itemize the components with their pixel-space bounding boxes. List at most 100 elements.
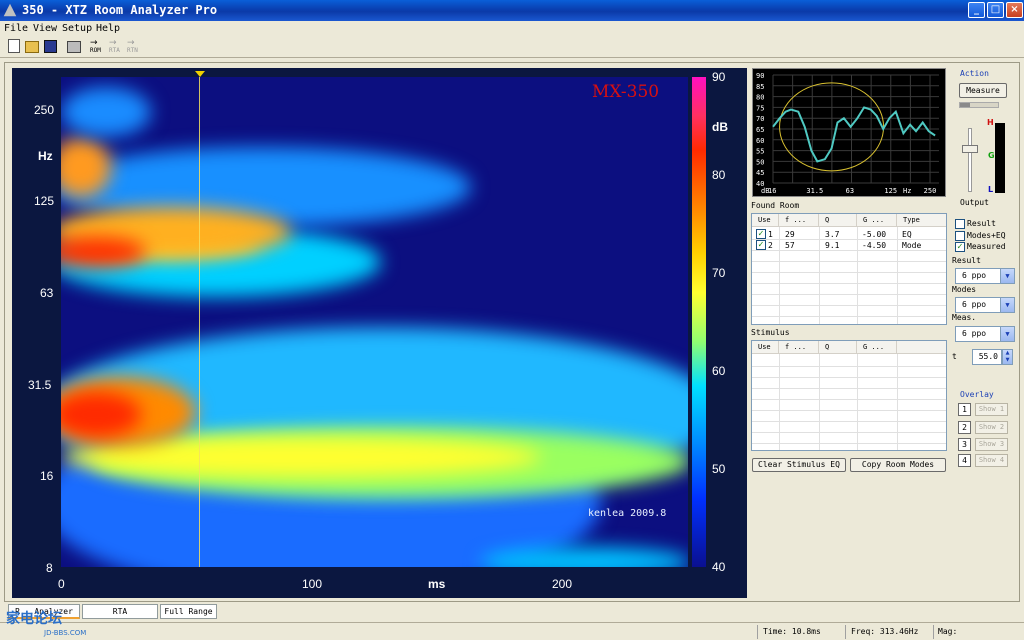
output-slider-track[interactable] bbox=[968, 128, 972, 192]
overlay-slot-2[interactable]: 2 bbox=[958, 421, 971, 434]
show-3-button[interactable]: Show 3 bbox=[975, 438, 1008, 451]
spectrogram-watermark: kenlea 2009.8 bbox=[588, 508, 667, 519]
copy-room-modes-button[interactable]: Copy Room Modes bbox=[850, 458, 946, 472]
y-tick-label: 80 bbox=[756, 94, 764, 102]
row-type: EQ bbox=[902, 230, 912, 239]
col-header[interactable]: Use bbox=[752, 214, 779, 227]
new-file-icon[interactable] bbox=[8, 39, 20, 53]
print-icon[interactable] bbox=[67, 41, 81, 53]
frequency-response-chart[interactable]: 90 85 80 75 70 65 60 55 50 45 40 dB 16 31.5 63 125 250 Hz bbox=[752, 68, 946, 197]
overlay-title: Overlay bbox=[960, 390, 994, 399]
rta-button[interactable]: → RTA bbox=[109, 39, 125, 55]
y-tick-label: 70 bbox=[756, 115, 764, 123]
col-header[interactable]: f ... bbox=[779, 214, 819, 227]
rtn-button[interactable]: → RTN bbox=[127, 39, 143, 55]
arrow-right-icon: → bbox=[90, 38, 98, 48]
col-header[interactable]: Use bbox=[752, 341, 779, 354]
meas-ppo-value: 6 ppo bbox=[962, 329, 987, 338]
y-tick: 16 bbox=[40, 469, 54, 483]
row-index: 2 bbox=[768, 241, 773, 250]
row-gain: -4.50 bbox=[862, 241, 887, 250]
colorbar-tick: 80 bbox=[712, 168, 726, 182]
y-tick-label: 60 bbox=[756, 137, 764, 145]
clear-stimulus-eq-button[interactable]: Clear Stimulus EQ bbox=[752, 458, 846, 472]
colorbar-tick: 50 bbox=[712, 462, 726, 476]
y-unit-label: Hz bbox=[38, 149, 53, 163]
y-tick-label: 75 bbox=[756, 104, 764, 112]
result-group-label: Result bbox=[952, 256, 981, 265]
modes-eq-checkbox-label: Modes+EQ bbox=[967, 231, 1006, 240]
overlay-slot-1[interactable]: 1 bbox=[958, 403, 971, 416]
x-tick: 100 bbox=[302, 577, 323, 591]
tab-full-range[interactable]: Full Range bbox=[160, 604, 217, 619]
colorbar-tick: 90 bbox=[712, 70, 726, 84]
app-icon[interactable] bbox=[3, 3, 17, 17]
t-spinner[interactable]: ▲ ▼ bbox=[1002, 349, 1013, 365]
show-2-button[interactable]: Show 2 bbox=[975, 421, 1008, 434]
menu-setup[interactable]: Setup bbox=[62, 23, 92, 34]
stimulus-table[interactable]: Use f ... Q G ... bbox=[751, 340, 947, 451]
result-checkbox[interactable] bbox=[955, 219, 965, 229]
output-slider-handle[interactable] bbox=[962, 145, 978, 153]
rom-button[interactable]: → ROM bbox=[90, 39, 106, 55]
row-index: 1 bbox=[768, 230, 773, 239]
col-header[interactable]: Q bbox=[819, 341, 857, 354]
menu-help[interactable]: Help bbox=[96, 23, 120, 34]
found-room-table[interactable]: Use f ... Q G ... Type ✓ 1 29 3.7 -5.00 … bbox=[751, 213, 947, 325]
status-mag: Mag: bbox=[938, 627, 958, 636]
time-cursor-marker-icon[interactable] bbox=[195, 71, 205, 77]
result-ppo-select[interactable]: 6 ppo ▼ bbox=[955, 268, 1015, 284]
measure-button[interactable]: Measure bbox=[959, 83, 1007, 98]
col-header[interactable]: G ... bbox=[857, 214, 897, 227]
row-use-checkbox[interactable]: ✓ bbox=[756, 229, 766, 239]
output-label: Output bbox=[960, 198, 989, 207]
row-frequency: 29 bbox=[785, 230, 795, 239]
spectrogram-plot[interactable] bbox=[61, 77, 688, 567]
minimize-button[interactable]: _ bbox=[968, 2, 985, 18]
y-tick-label: 90 bbox=[756, 72, 764, 80]
y-tick: 31.5 bbox=[28, 378, 52, 392]
status-bar: Time: 10.8ms Freq: 313.46Hz Mag: bbox=[0, 622, 1024, 640]
time-cursor[interactable] bbox=[199, 77, 200, 567]
measure-progress-bar bbox=[959, 102, 999, 108]
spectrogram-overlay-title: MX-350 bbox=[592, 82, 660, 102]
menu-view[interactable]: View bbox=[33, 23, 57, 34]
arrow-right-icon: → bbox=[127, 38, 135, 48]
chevron-down-icon[interactable]: ▼ bbox=[1000, 327, 1014, 341]
show-4-button[interactable]: Show 4 bbox=[975, 454, 1008, 467]
y-tick-label: 45 bbox=[756, 169, 764, 177]
action-title: Action bbox=[960, 69, 989, 78]
overlay-slot-3[interactable]: 3 bbox=[958, 438, 971, 451]
row-q: 9.1 bbox=[825, 241, 840, 250]
chevron-down-icon[interactable]: ▼ bbox=[1000, 269, 1014, 283]
y-tick-label: 55 bbox=[756, 148, 764, 156]
y-tick: 8 bbox=[46, 561, 53, 575]
menu-file[interactable]: File bbox=[4, 23, 28, 34]
save-icon[interactable] bbox=[44, 40, 57, 53]
t-input[interactable]: 55.0 bbox=[972, 349, 1002, 365]
col-header[interactable]: Type bbox=[897, 214, 946, 227]
show-1-button[interactable]: Show 1 bbox=[975, 403, 1008, 416]
y-tick: 125 bbox=[34, 194, 55, 208]
open-folder-icon[interactable] bbox=[25, 41, 39, 53]
col-header[interactable]: f ... bbox=[779, 341, 819, 354]
colorbar-unit: dB bbox=[712, 120, 728, 134]
meas-ppo-select[interactable]: 6 ppo ▼ bbox=[955, 326, 1015, 342]
measured-checkbox-label: Measured bbox=[967, 242, 1006, 251]
measured-checkbox[interactable]: ✓ bbox=[955, 242, 965, 252]
row-use-checkbox[interactable]: ✓ bbox=[756, 240, 766, 250]
modes-ppo-select[interactable]: 6 ppo ▼ bbox=[955, 297, 1015, 313]
chevron-down-icon[interactable]: ▼ bbox=[1000, 298, 1014, 312]
col-header[interactable] bbox=[897, 341, 946, 354]
maximize-button[interactable]: □ bbox=[987, 2, 1004, 18]
x-tick-label: 31.5 bbox=[806, 187, 823, 195]
modes-eq-checkbox[interactable] bbox=[955, 231, 965, 241]
overlay-slot-4[interactable]: 4 bbox=[958, 454, 971, 467]
x-unit-label: ms bbox=[428, 577, 446, 591]
close-button[interactable]: × bbox=[1006, 2, 1023, 18]
status-freq: Freq: 313.46Hz bbox=[851, 627, 919, 636]
col-header[interactable]: Q bbox=[819, 214, 857, 227]
col-header[interactable]: G ... bbox=[857, 341, 897, 354]
site-watermark-url: JD-BBS.COM bbox=[44, 629, 87, 637]
tab-rta[interactable]: RTA bbox=[82, 604, 158, 619]
